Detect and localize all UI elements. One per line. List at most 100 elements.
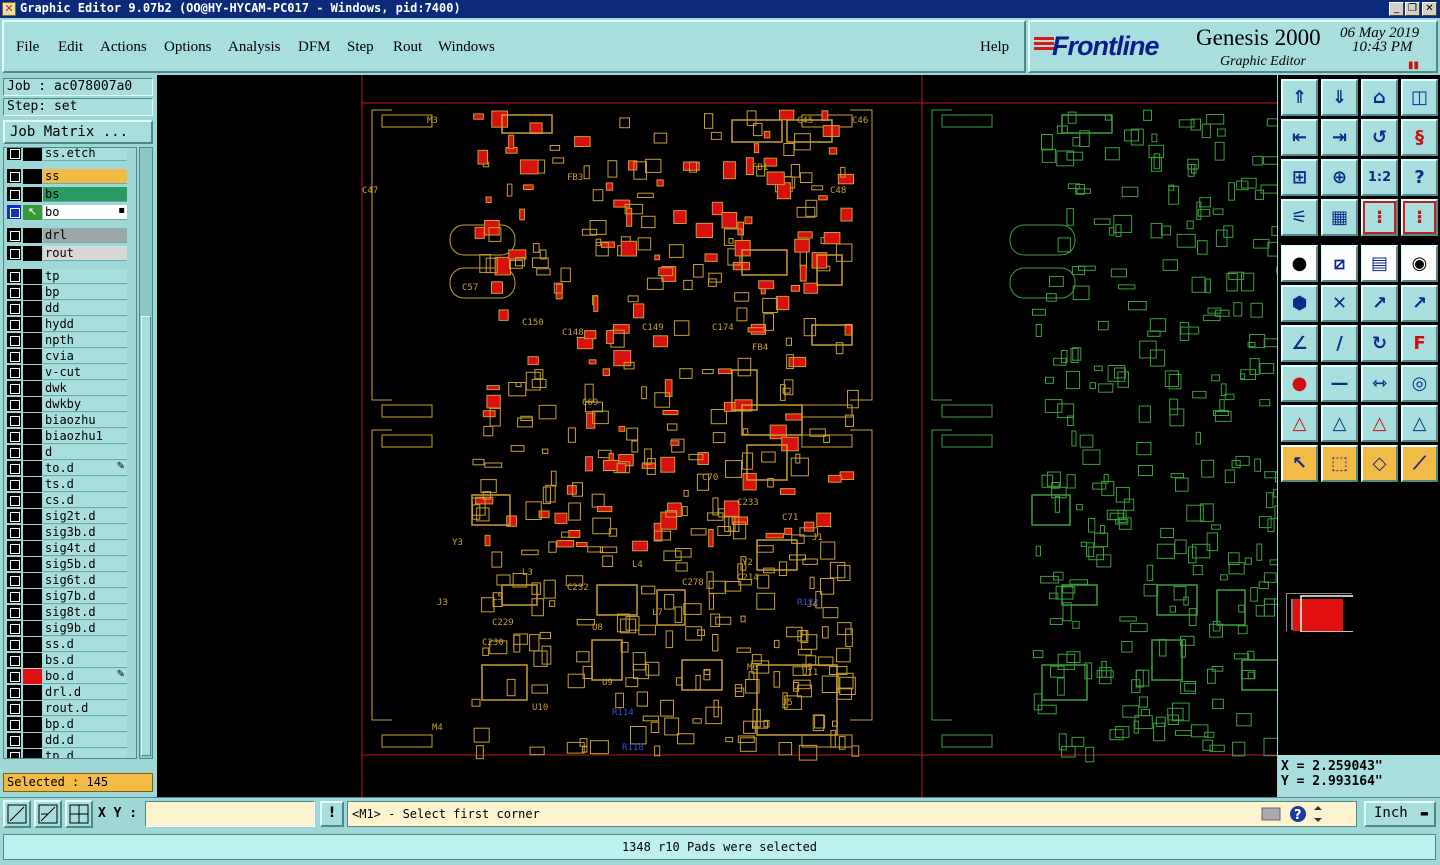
layer-checkbox[interactable] bbox=[7, 365, 21, 379]
layer-checkbox[interactable] bbox=[7, 589, 21, 603]
layer-row[interactable]: sig4t.d bbox=[7, 541, 135, 556]
layer-name[interactable]: npth bbox=[43, 333, 127, 348]
close-button[interactable]: ✕ bbox=[1422, 2, 1437, 16]
layer-name[interactable]: cvia bbox=[43, 349, 127, 364]
layer-color[interactable] bbox=[23, 381, 42, 396]
layer-color[interactable] bbox=[23, 285, 42, 300]
layer-name[interactable]: dwkby bbox=[43, 397, 127, 412]
layer-color[interactable] bbox=[23, 301, 42, 316]
grid-button[interactable] bbox=[65, 800, 93, 828]
layer-checkbox[interactable] bbox=[7, 669, 21, 683]
layer-row[interactable]: bs.d bbox=[7, 653, 135, 668]
layer-color[interactable] bbox=[23, 413, 42, 428]
layer-name[interactable]: bo.d bbox=[43, 669, 127, 684]
layer-row[interactable]: ↖ bo ▪ bbox=[7, 205, 135, 220]
scrollbar-thumb[interactable] bbox=[141, 316, 151, 756]
layer-color[interactable] bbox=[23, 605, 42, 620]
layer-row[interactable]: ss.etch bbox=[7, 148, 135, 161]
layer-color[interactable] bbox=[23, 246, 42, 261]
layer-color[interactable] bbox=[23, 717, 42, 732]
layer-checkbox[interactable] bbox=[7, 637, 21, 651]
layer-name[interactable]: sig8t.d bbox=[43, 605, 127, 620]
layer-name[interactable]: tp bbox=[43, 269, 127, 284]
layer-name[interactable]: biaozhu1 bbox=[43, 429, 127, 444]
job-matrix-button[interactable]: Job Matrix ... bbox=[3, 120, 153, 144]
slope-line-tool[interactable]: / bbox=[1321, 325, 1358, 362]
layer-checkbox[interactable] bbox=[7, 509, 21, 523]
layer-scrollbar[interactable] bbox=[139, 147, 153, 759]
angle-line-tool[interactable]: ∠ bbox=[1281, 325, 1318, 362]
menu-step[interactable]: Step bbox=[347, 39, 374, 56]
layer-checkbox[interactable] bbox=[7, 349, 21, 363]
pad-red-tool[interactable]: ● bbox=[1281, 365, 1318, 402]
layer-row[interactable]: rout.d bbox=[7, 701, 135, 716]
layer-checkbox[interactable] bbox=[7, 653, 21, 667]
layer-color[interactable] bbox=[23, 669, 42, 684]
layer-name[interactable]: tp.d bbox=[43, 749, 127, 758]
zoom-out-tool[interactable]: ⇤ bbox=[1281, 119, 1318, 156]
layer-name[interactable]: drl.d bbox=[43, 685, 127, 700]
xy-input[interactable] bbox=[145, 801, 315, 827]
move-node-tool[interactable]: ↗ bbox=[1361, 285, 1398, 322]
layer-color[interactable] bbox=[23, 509, 42, 524]
layer-color[interactable] bbox=[23, 333, 42, 348]
layer-color[interactable] bbox=[23, 317, 42, 332]
layer-row[interactable]: sig3b.d bbox=[7, 525, 135, 540]
layer-checkbox[interactable] bbox=[7, 187, 21, 201]
select-nodes-tool[interactable]: ⬢ bbox=[1281, 285, 1318, 322]
query-tool[interactable]: ? bbox=[1401, 159, 1438, 196]
mirror-text-tool[interactable]: F bbox=[1401, 325, 1438, 362]
layer-color[interactable] bbox=[23, 733, 42, 748]
layer-row[interactable]: dd bbox=[7, 301, 135, 316]
layer-color[interactable] bbox=[23, 525, 42, 540]
layer-name[interactable]: biaozhu bbox=[43, 413, 127, 428]
graphic-canvas[interactable]: C45 C46 C47 C48 C57 C69 C70 C71 FB1 FB3 FB4 L3 L4 L5 L… bbox=[157, 75, 1277, 797]
layer-row[interactable]: dwkby bbox=[7, 397, 135, 412]
layer-name[interactable]: drl bbox=[43, 228, 127, 243]
pause-icon[interactable]: ▮▮ bbox=[1408, 60, 1419, 71]
layer-name[interactable]: bs.d bbox=[43, 653, 127, 668]
layer-checkbox[interactable] bbox=[7, 573, 21, 587]
menu-options[interactable]: Options bbox=[164, 39, 212, 56]
layer-checkbox[interactable] bbox=[7, 269, 21, 283]
layer-row[interactable]: sig6t.d bbox=[7, 573, 135, 588]
layer-name[interactable]: hydd bbox=[43, 317, 127, 332]
snap-grid-tool[interactable]: ▦ bbox=[1321, 199, 1358, 236]
spread-tool[interactable]: ⇿ bbox=[1361, 365, 1398, 402]
zoom-1-2-tool[interactable]: 1:2 bbox=[1361, 159, 1398, 196]
layer-checkbox[interactable] bbox=[7, 429, 21, 443]
snap-button[interactable] bbox=[3, 800, 31, 828]
layer-checkbox[interactable] bbox=[7, 205, 21, 219]
layer-checkbox[interactable] bbox=[7, 397, 21, 411]
layer-row[interactable]: d bbox=[7, 445, 135, 460]
layer-checkbox[interactable] bbox=[7, 148, 21, 160]
layer-row[interactable]: v-cut bbox=[7, 365, 135, 380]
ruler-tool[interactable]: ⚟ bbox=[1281, 199, 1318, 236]
select-rect-tool[interactable]: ⬚ bbox=[1321, 445, 1358, 482]
layer-color[interactable] bbox=[23, 429, 42, 444]
color-swatch[interactable] bbox=[1286, 593, 1358, 633]
move-end-tool[interactable]: ↗ bbox=[1401, 285, 1438, 322]
layer-checkbox[interactable] bbox=[7, 685, 21, 699]
layer-checkbox[interactable] bbox=[7, 557, 21, 571]
layer-checkbox[interactable] bbox=[7, 285, 21, 299]
layer-row[interactable]: sig7b.d bbox=[7, 589, 135, 604]
layer-color[interactable] bbox=[23, 187, 42, 202]
layer-color[interactable] bbox=[23, 637, 42, 652]
layer-name[interactable]: bo bbox=[43, 205, 127, 220]
layer-name[interactable]: dwk bbox=[43, 381, 127, 396]
triangle-a-tool[interactable]: △ bbox=[1361, 405, 1398, 442]
menu-help[interactable]: Help bbox=[980, 39, 1009, 56]
layer-row[interactable]: bo.d ✎ bbox=[7, 669, 135, 684]
menu-file[interactable]: File bbox=[16, 39, 39, 56]
layer-color[interactable] bbox=[23, 169, 42, 184]
menu-rout[interactable]: Rout bbox=[393, 39, 422, 56]
layer-checkbox[interactable] bbox=[7, 701, 21, 715]
layer-row[interactable]: ss.d bbox=[7, 637, 135, 652]
menu-windows[interactable]: Windows bbox=[438, 39, 495, 56]
layer-color[interactable] bbox=[23, 493, 42, 508]
layer-name[interactable]: dd.d bbox=[43, 733, 127, 748]
layer-row[interactable]: dwk bbox=[7, 381, 135, 396]
layer-name[interactable]: rout.d bbox=[43, 701, 127, 716]
center-tool[interactable]: ⊕ bbox=[1321, 159, 1358, 196]
